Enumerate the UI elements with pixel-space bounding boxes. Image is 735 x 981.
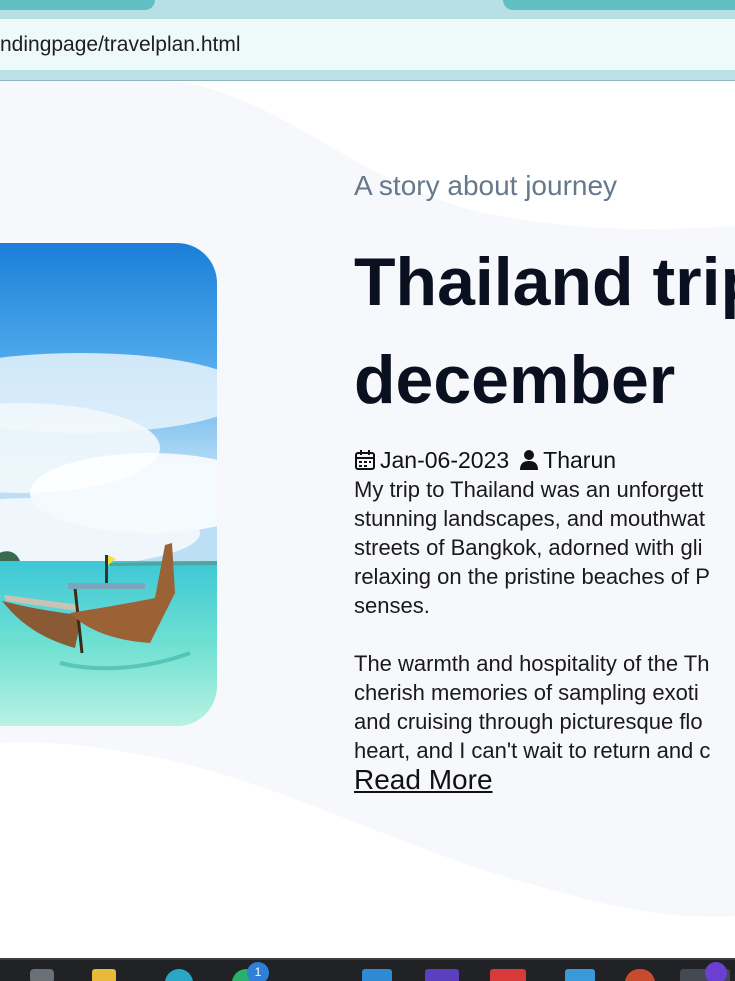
browser-tab[interactable] — [503, 0, 735, 10]
app-icon[interactable] — [625, 969, 655, 981]
app-icon[interactable] — [362, 969, 392, 981]
title-line: Thailand trip — [354, 244, 735, 320]
article-meta: Jan-06-2023 Tharun — [354, 445, 616, 475]
app-icon[interactable] — [565, 969, 595, 981]
app-icon[interactable] — [705, 962, 727, 981]
address-bar[interactable]: ndingpage/travelplan.html — [0, 19, 735, 70]
address-bar-url[interactable]: ndingpage/travelplan.html — [0, 33, 241, 57]
app-icon[interactable] — [425, 969, 459, 981]
body-line: The warmth and hospitality of the Th — [354, 651, 710, 676]
toolbar-divider — [0, 70, 735, 81]
person-icon — [519, 449, 539, 471]
body-line: cherish memories of sampling exoti — [354, 680, 699, 705]
app-icon[interactable] — [490, 969, 526, 981]
page-title: Thailand trip december — [354, 233, 735, 429]
app-icon[interactable] — [30, 969, 54, 981]
read-more-link[interactable]: Read More — [354, 764, 493, 796]
hero-image — [0, 243, 217, 726]
story-kicker: A story about journey — [354, 170, 618, 201]
app-icon[interactable] — [92, 969, 116, 981]
calendar-icon — [354, 449, 376, 471]
body-line: streets of Bangkok, adorned with gli — [354, 535, 703, 560]
body-line: senses. — [354, 593, 430, 618]
body-line: relaxing on the pristine beaches of P — [354, 564, 710, 589]
notification-badge: 1 — [247, 962, 269, 981]
browser-tab[interactable] — [0, 0, 155, 10]
os-taskbar: 1 — [0, 958, 735, 981]
page-content: A story about journey Thailand trip dece… — [0, 81, 735, 958]
body-line: and cruising through picturesque flo — [354, 709, 703, 734]
body-line: stunning landscapes, and mouthwat — [354, 506, 706, 531]
article-body: My trip to Thailand was an unforgett stu… — [354, 475, 735, 765]
body-line: My trip to Thailand was an unforgett — [354, 477, 704, 502]
app-icon[interactable] — [165, 969, 193, 981]
article-date: Jan-06-2023 — [380, 446, 510, 473]
article-author: Tharun — [543, 446, 617, 473]
title-line: december — [354, 342, 676, 418]
body-line: heart, and I can't wait to return and c — [354, 738, 711, 763]
browser-tab-strip — [0, 0, 735, 19]
